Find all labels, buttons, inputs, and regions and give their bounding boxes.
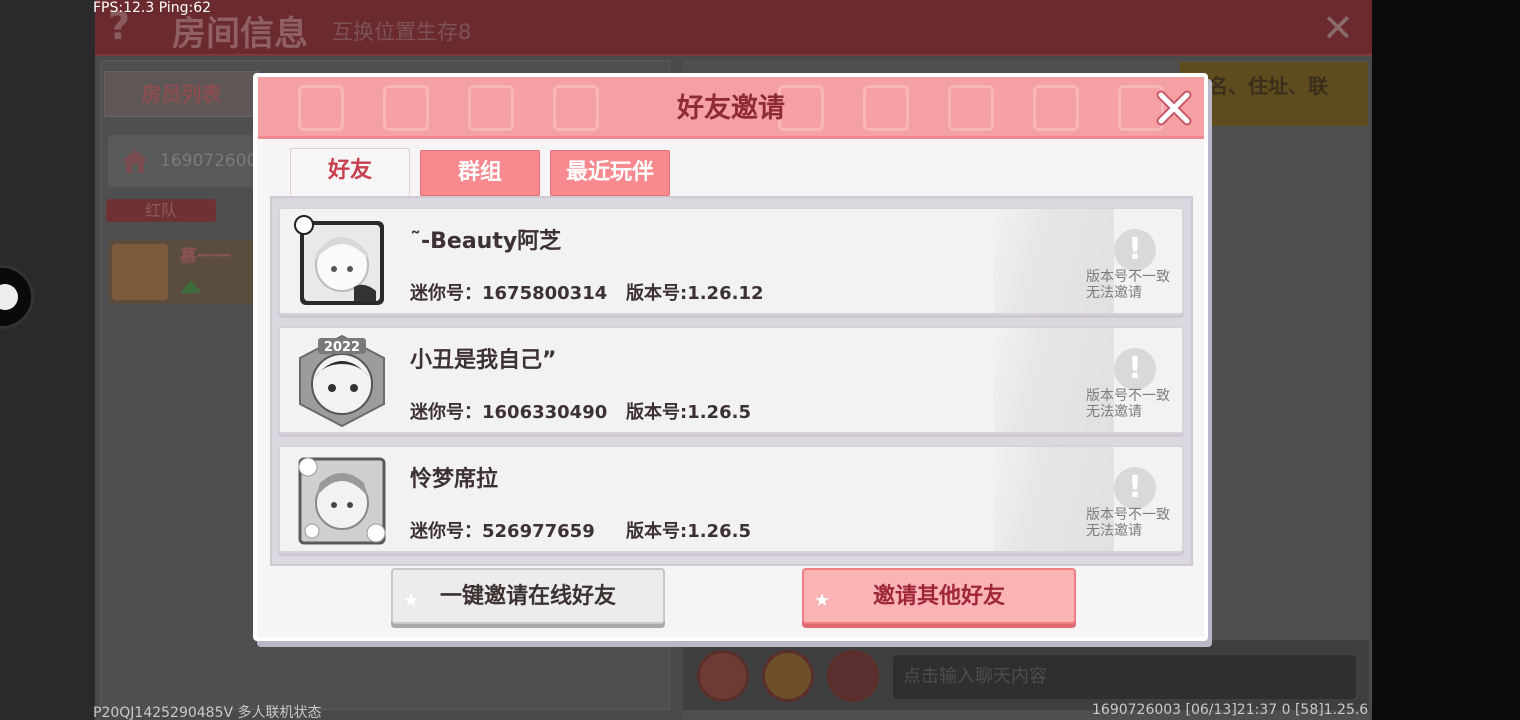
friend-version: 版本号:1.26.5 bbox=[626, 521, 751, 542]
friend-version: 版本号:1.26.12 bbox=[626, 283, 764, 304]
invite-status: 版本号不一致 无法邀请 bbox=[1086, 269, 1182, 301]
status-line: 无法邀请 bbox=[1086, 523, 1142, 539]
invite-other-friends-button[interactable]: ★ 邀请其他好友 bbox=[802, 568, 1076, 624]
invite-status: 版本号不一致 无法邀请 bbox=[1086, 388, 1182, 420]
tab-groups[interactable]: 群组 bbox=[420, 150, 540, 196]
friend-version: 版本号:1.26.5 bbox=[626, 402, 751, 423]
tab-friends[interactable]: 好友 bbox=[290, 148, 410, 196]
avatar-badge-2022: 2022 bbox=[324, 340, 360, 355]
warning-icon: ! bbox=[1114, 467, 1156, 509]
friend-name: 怜梦席拉 bbox=[410, 467, 499, 492]
invite-online-label: 一键邀请在线好友 bbox=[439, 584, 616, 609]
player-avatar bbox=[112, 244, 168, 300]
status-left: P20QJ1425290485V 多人联机状态 bbox=[93, 705, 322, 720]
status-line: 版本号不一致 bbox=[1086, 507, 1170, 523]
star-icon: ★ bbox=[814, 590, 831, 611]
warning-icon: ! bbox=[1114, 229, 1156, 271]
room-close-button[interactable]: ✕ bbox=[1322, 6, 1354, 50]
friend-name: ˜-Beauty阿芝 bbox=[410, 229, 562, 254]
friend-row[interactable]: 怜梦席拉 迷你号：526977659 版本号:1.26.5 ! 版本号不一致 无… bbox=[278, 445, 1184, 553]
mini-id: 迷你号：1606330490 bbox=[410, 402, 608, 423]
invite-online-friends-button[interactable]: ★ 一键邀请在线好友 bbox=[391, 568, 665, 624]
room-name: 互换位置生存8 bbox=[332, 20, 472, 44]
dialog-title: 好友邀请 bbox=[677, 93, 785, 124]
friend-avatar: 2022 bbox=[299, 334, 385, 428]
emoji-button[interactable] bbox=[762, 650, 814, 702]
mini-id: 迷你号：526977659 bbox=[410, 521, 595, 542]
status-line: 版本号不一致 bbox=[1086, 269, 1170, 285]
status-line: 无法邀请 bbox=[1086, 404, 1142, 420]
more-options-button[interactable] bbox=[697, 650, 749, 702]
friend-row[interactable]: 2022 小丑是我自己” 迷你号：1606330490 版本号:1.26.5 !… bbox=[278, 326, 1184, 434]
invite-status: 版本号不一致 无法邀请 bbox=[1086, 507, 1182, 539]
right-black-bar bbox=[1372, 0, 1520, 720]
close-icon[interactable] bbox=[1152, 86, 1196, 130]
house-icon bbox=[122, 150, 148, 173]
up-arrow-icon bbox=[180, 280, 202, 293]
mini-id: 迷你号：1675800314 bbox=[410, 283, 608, 304]
red-team-label: 红队 bbox=[106, 199, 216, 222]
keyboard-button[interactable] bbox=[827, 650, 879, 702]
status-right: 1690726003 [06/13]21:37 0 [58]1.25.6 bbox=[1092, 702, 1369, 718]
star-icon: ★ bbox=[403, 590, 420, 611]
warning-icon: ! bbox=[1114, 348, 1156, 390]
fps-readout: FPS:12.3 Ping:62 bbox=[93, 0, 212, 16]
invite-other-label: 邀请其他好友 bbox=[872, 584, 1005, 609]
friend-avatar bbox=[294, 215, 384, 305]
status-line: 版本号不一致 bbox=[1086, 388, 1170, 404]
player-name: 慕一一 bbox=[180, 247, 231, 267]
left-black-bar bbox=[0, 0, 95, 720]
chat-input[interactable]: 点击输入聊天内容 bbox=[893, 655, 1356, 699]
tab-recent-players[interactable]: 最近玩伴 bbox=[550, 150, 670, 196]
friend-avatar bbox=[298, 457, 386, 545]
member-list-tab[interactable]: 房员列表 bbox=[104, 71, 259, 117]
friend-row[interactable]: ˜-Beauty阿芝 迷你号：1675800314 版本号:1.26.12 ! … bbox=[278, 207, 1184, 315]
friend-name: 小丑是我自己” bbox=[410, 348, 557, 373]
status-line: 无法邀请 bbox=[1086, 285, 1142, 301]
notice-text: 名、住址、联 bbox=[1208, 74, 1328, 98]
host-id: 1690726003 bbox=[160, 151, 269, 171]
